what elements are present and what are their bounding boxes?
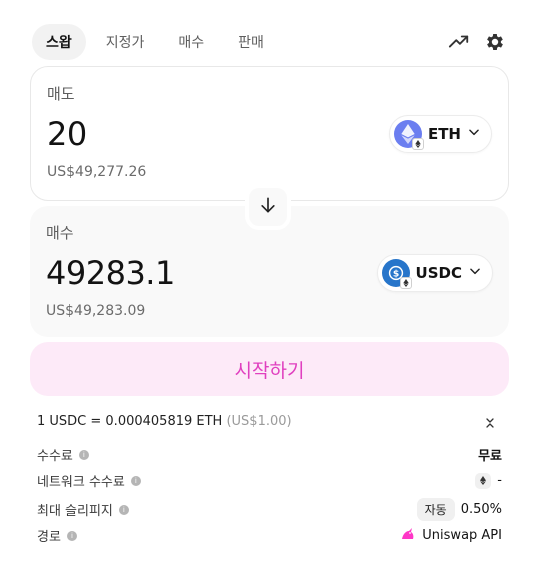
sell-token-selector[interactable]: ETH (388, 115, 492, 153)
sell-usd-value: US$49,277.26 (47, 164, 147, 180)
gear-icon[interactable] (483, 30, 507, 54)
network-fee-label: 네트워크 수수료 (37, 475, 125, 490)
uniswap-unicorn-icon (400, 527, 416, 545)
route-value: Uniswap API (422, 528, 502, 543)
exchange-rate[interactable]: 1 USDC = 0.000405819 ETH (US$1.00) (37, 414, 292, 429)
collapse-details-icon[interactable] (482, 415, 498, 431)
info-icon[interactable]: i (130, 475, 141, 486)
ethereum-network-icon (475, 472, 492, 489)
buy-amount-input[interactable]: 49283.1 (46, 254, 175, 292)
info-icon[interactable]: i (66, 530, 77, 541)
buy-usd-value: US$49,283.09 (46, 303, 146, 319)
start-button[interactable]: 시작하기 (30, 342, 509, 396)
top-actions (447, 30, 507, 54)
svg-text:$: $ (392, 269, 398, 280)
exchange-rate-usd: (US$1.00) (226, 414, 292, 429)
route-row: 경로 i Uniswap API (37, 526, 502, 545)
swap-direction-button[interactable] (245, 184, 291, 230)
sell-panel: 매도 20 US$49,277.26 ETH (30, 66, 509, 201)
network-fee-value: - (497, 473, 502, 488)
usdc-icon: $ (381, 259, 412, 289)
ethereum-chain-icon (411, 138, 424, 150)
tab-sell[interactable]: 판매 (224, 24, 278, 60)
exchange-rate-text: 1 USDC = 0.000405819 ETH (37, 414, 223, 429)
buy-token-selector[interactable]: $ USDC (376, 254, 493, 292)
fee-row: 수수료 i 무료 (37, 445, 502, 464)
buy-token-symbol: USDC (415, 264, 462, 282)
arrow-down-icon (258, 195, 278, 219)
eth-icon (393, 120, 424, 150)
chevron-down-icon (468, 264, 482, 282)
slippage-value: 0.50% (460, 502, 502, 517)
tab-swap[interactable]: 스왑 (32, 24, 86, 60)
info-icon[interactable]: i (118, 504, 129, 515)
sell-amount-input[interactable]: 20 (47, 115, 87, 153)
tab-limit[interactable]: 지정가 (92, 24, 159, 60)
ethereum-chain-icon (399, 277, 412, 289)
slippage-auto-badge[interactable]: 자동 (416, 498, 455, 521)
route-label: 경로 (37, 530, 61, 545)
fee-value: 무료 (478, 449, 502, 464)
fee-label: 수수료 (37, 449, 73, 464)
network-fee-row: 네트워크 수수료 i - (37, 471, 502, 490)
info-icon[interactable]: i (78, 449, 89, 460)
sell-label: 매도 (47, 85, 75, 103)
swap-tabs: 스왑 지정가 매수 판매 (32, 24, 284, 60)
slippage-row: 최대 슬리피지 i 자동 0.50% (37, 498, 502, 521)
buy-label: 매수 (46, 224, 74, 242)
tab-buy[interactable]: 매수 (164, 24, 218, 60)
sell-token-symbol: ETH (427, 125, 461, 143)
slippage-label: 최대 슬리피지 (37, 504, 113, 519)
chevron-down-icon (467, 125, 481, 143)
trending-up-icon[interactable] (447, 30, 471, 54)
